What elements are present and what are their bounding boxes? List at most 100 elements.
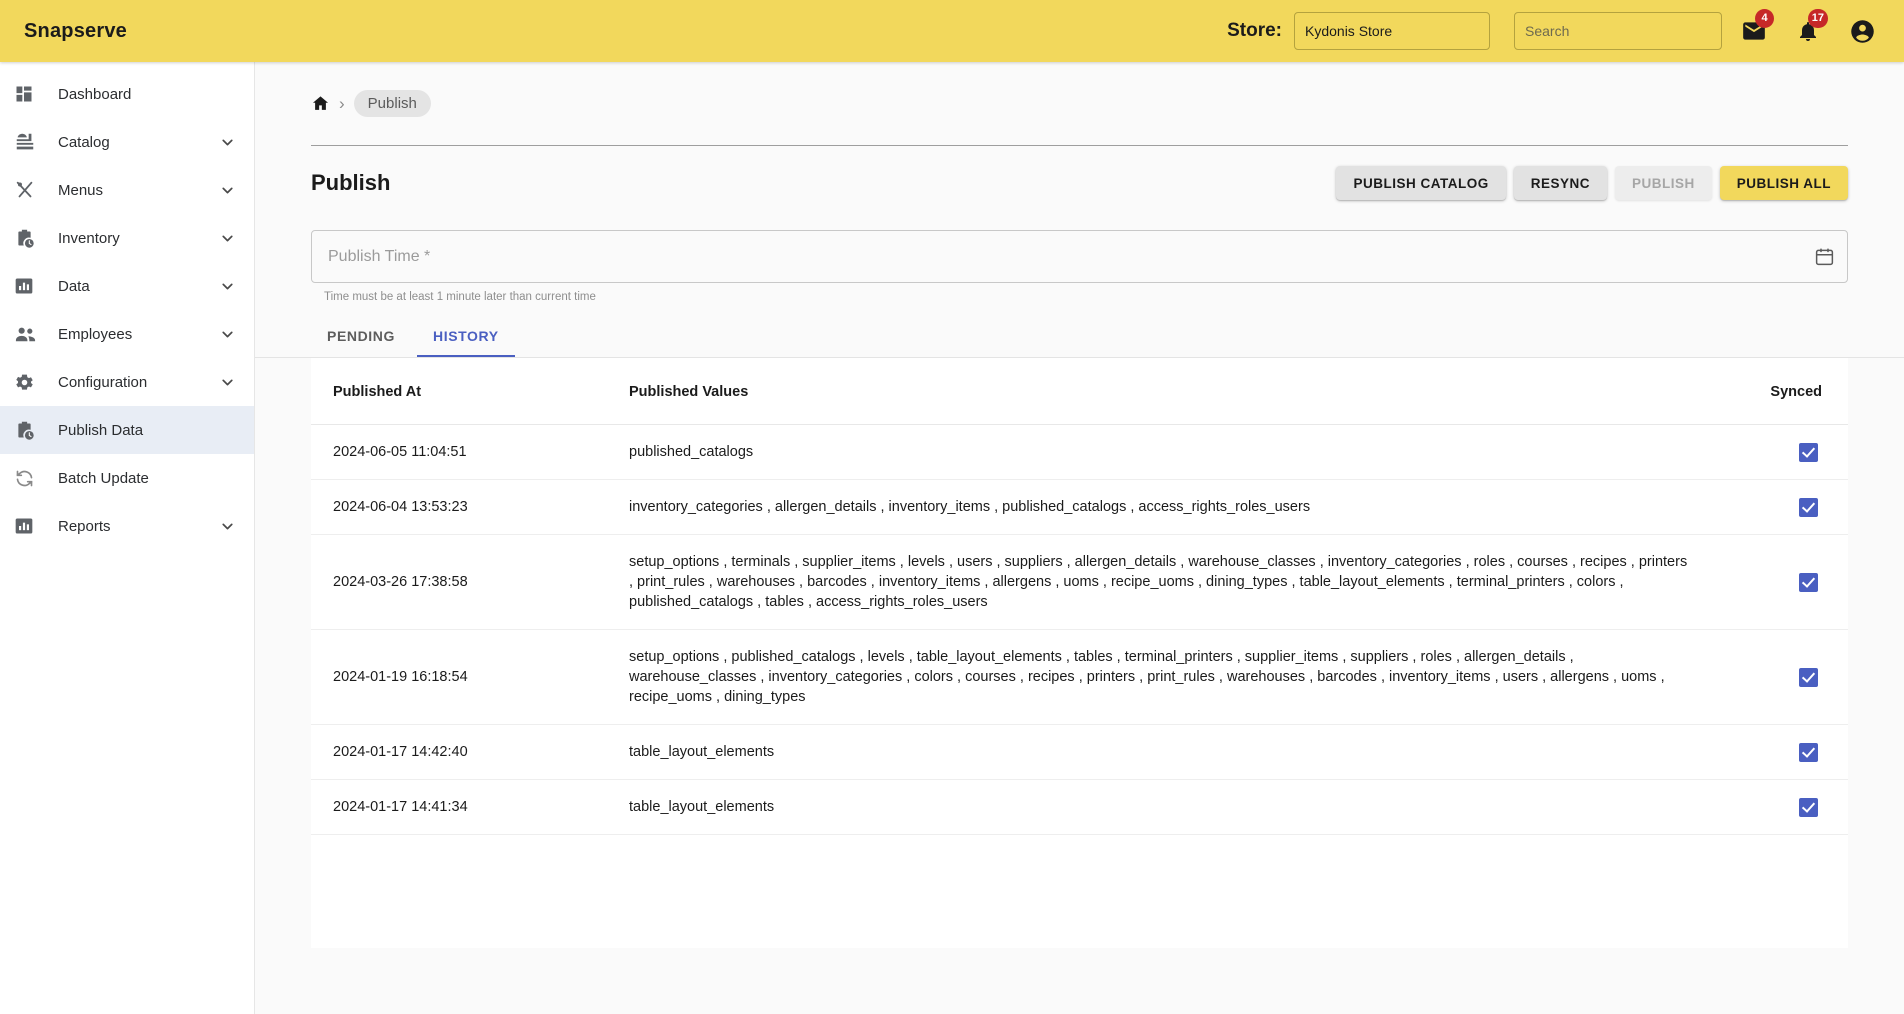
page-header: Publish PUBLISH CATALOG RESYNC PUBLISH P… [255, 146, 1904, 200]
sidebar-item-label: Reports [58, 517, 111, 535]
cell-published-values: table_layout_elements [611, 779, 1728, 835]
cell-published-values: published_catalogs [611, 424, 1728, 480]
sidebar-item-dashboard[interactable]: Dashboard [0, 70, 254, 118]
cell-synced [1728, 424, 1848, 480]
cell-published-at: 2024-01-17 14:41:34 [311, 779, 611, 835]
sidebar-item-label: Menus [58, 181, 104, 199]
page-action-buttons: PUBLISH CATALOG RESYNC PUBLISH PUBLISH A… [1336, 166, 1848, 200]
table-body: 2024-06-05 11:04:51 published_catalogs 2… [311, 424, 1848, 835]
sidebar-item-data[interactable]: Data [0, 262, 254, 310]
data-icon [14, 274, 42, 298]
cell-published-values: table_layout_elements [611, 724, 1728, 780]
sidebar-item-label: Configuration [58, 373, 148, 391]
mail-button[interactable]: 4 [1732, 9, 1776, 53]
mail-badge: 4 [1755, 9, 1774, 28]
tab-history[interactable]: HISTORY [417, 319, 515, 357]
store-input[interactable] [1294, 12, 1490, 50]
cell-synced [1728, 724, 1848, 780]
table-row[interactable]: 2024-03-26 17:38:58 setup_options , term… [311, 534, 1848, 630]
dashboard-icon [14, 82, 42, 106]
cell-published-at: 2024-01-17 14:42:40 [311, 724, 611, 780]
sidebar-item-reports[interactable]: Reports [0, 502, 254, 550]
sidebar-item-publish-data[interactable]: Publish Data [0, 406, 254, 454]
sidebar-item-label: Batch Update [58, 469, 149, 487]
cell-published-values: setup_options , terminals , supplier_ite… [611, 534, 1728, 630]
cell-synced [1728, 479, 1848, 535]
employees-icon [14, 322, 42, 346]
chevron-down-icon[interactable] [219, 182, 236, 199]
calendar-icon[interactable] [1801, 234, 1847, 280]
search-input[interactable] [1514, 12, 1722, 50]
sync-icon [14, 466, 42, 490]
notifications-badge: 17 [1807, 9, 1828, 28]
synced-checkbox[interactable] [1799, 667, 1818, 687]
publish-all-button[interactable]: PUBLISH ALL [1719, 166, 1848, 200]
cell-published-values: setup_options , published_catalogs , lev… [611, 629, 1728, 725]
tab-pending[interactable]: PENDING [311, 319, 411, 357]
gear-icon [14, 370, 42, 394]
breadcrumb: › Publish [255, 62, 1904, 117]
sidebar-item-label: Dashboard [58, 85, 132, 103]
publish-time-helper-text: Time must be at least 1 minute later tha… [324, 291, 596, 303]
synced-checkbox[interactable] [1799, 572, 1818, 592]
top-app-bar: Snapserve Store: 4 17 [0, 0, 1904, 62]
table-header: Published At Published Values Synced [311, 358, 1848, 425]
account-button[interactable] [1840, 9, 1884, 53]
breadcrumb-current[interactable]: Publish [353, 90, 431, 117]
sidebar-item-label: Inventory [58, 229, 120, 247]
sidebar-item-configuration[interactable]: Configuration [0, 358, 254, 406]
store-label: Store: [1227, 20, 1282, 41]
account-circle-icon [1850, 19, 1874, 43]
chevron-down-icon[interactable] [219, 278, 236, 295]
catalog-icon [14, 130, 42, 154]
table-row[interactable]: 2024-01-17 14:42:40 table_layout_element… [311, 724, 1848, 780]
column-synced: Synced [1728, 358, 1848, 425]
cell-published-at: 2024-01-19 16:18:54 [311, 629, 611, 725]
chevron-down-icon[interactable] [219, 230, 236, 247]
sidebar-item-batch-update[interactable]: Batch Update [0, 454, 254, 502]
cell-published-values: inventory_categories , allergen_details … [611, 479, 1728, 535]
chevron-down-icon[interactable] [219, 518, 236, 535]
column-published-at: Published At [311, 358, 611, 425]
chevron-down-icon[interactable] [219, 326, 236, 343]
table-row[interactable]: 2024-06-04 13:53:23 inventory_categories… [311, 479, 1848, 535]
publish-time-field-wrap: Time must be at least 1 minute later tha… [255, 200, 1904, 303]
chevron-down-icon[interactable] [219, 374, 236, 391]
column-published-values: Published Values [611, 358, 1728, 425]
synced-checkbox[interactable] [1799, 797, 1818, 817]
synced-checkbox[interactable] [1799, 742, 1818, 762]
publish-button: PUBLISH [1614, 166, 1712, 200]
chevron-down-icon[interactable] [219, 134, 236, 151]
sidebar-item-employees[interactable]: Employees [0, 310, 254, 358]
synced-checkbox[interactable] [1799, 497, 1818, 517]
page-title: Publish [311, 170, 391, 195]
publish-catalog-button[interactable]: PUBLISH CATALOG [1336, 166, 1506, 200]
synced-checkbox[interactable] [1799, 442, 1818, 462]
sidebar-item-menus[interactable]: Menus [0, 166, 254, 214]
history-table-container: Published At Published Values Synced 202… [311, 358, 1848, 948]
table-row[interactable]: 2024-01-19 16:18:54 setup_options , publ… [311, 629, 1848, 725]
sidebar-item-label: Data [58, 277, 90, 295]
cell-synced [1728, 779, 1848, 835]
sidebar-item-label: Publish Data [58, 421, 144, 439]
notifications-button[interactable]: 17 [1786, 9, 1830, 53]
table-row[interactable]: 2024-01-17 14:41:34 table_layout_element… [311, 779, 1848, 835]
publish-time-field[interactable] [311, 230, 1848, 283]
home-icon[interactable] [311, 94, 330, 113]
main-content: › Publish Publish PUBLISH CATALOG RESYNC… [255, 62, 1904, 1014]
table-row[interactable]: 2024-06-05 11:04:51 published_catalogs [311, 424, 1848, 480]
inventory-icon [14, 226, 42, 250]
sidebar-item-label: Catalog [58, 133, 110, 151]
sidebar-item-label: Employees [58, 325, 133, 343]
sidebar-item-inventory[interactable]: Inventory [0, 214, 254, 262]
publish-time-input[interactable] [312, 247, 1801, 266]
cell-synced [1728, 629, 1848, 725]
publish-data-icon [14, 418, 42, 442]
cell-published-at: 2024-06-04 13:53:23 [311, 479, 611, 535]
resync-button[interactable]: RESYNC [1513, 166, 1607, 200]
reports-icon [14, 514, 42, 538]
breadcrumb-separator: › [339, 93, 345, 113]
top-bar-right-cluster: Store: 4 17 [1227, 9, 1904, 53]
cell-published-at: 2024-03-26 17:38:58 [311, 534, 611, 630]
sidebar-item-catalog[interactable]: Catalog [0, 118, 254, 166]
